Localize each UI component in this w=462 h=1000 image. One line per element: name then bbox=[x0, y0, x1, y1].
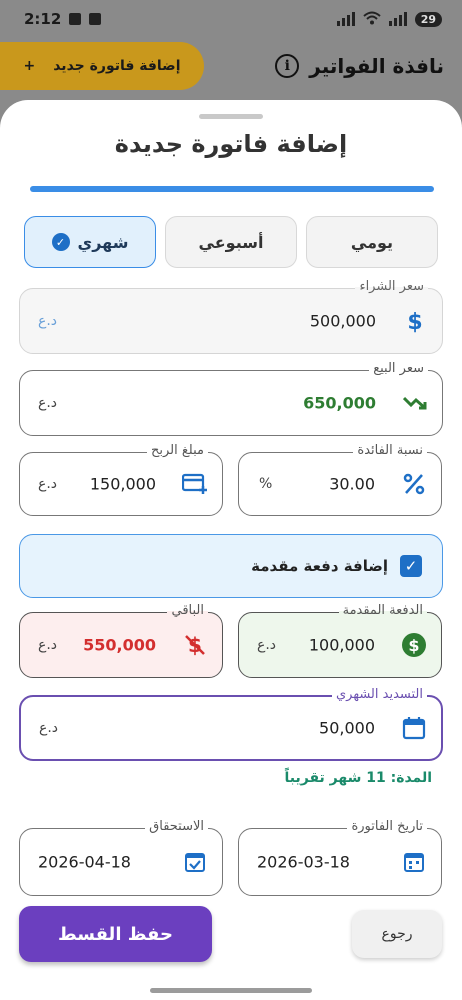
wifi-icon bbox=[363, 11, 381, 28]
downpayment-field[interactable]: الدفعة المقدمة د.ع 100,000 $ bbox=[238, 603, 442, 678]
battery-indicator: 29 bbox=[414, 11, 442, 27]
invoice-date-field[interactable]: تاريخ الفاتورة 2026-03-18 bbox=[238, 819, 442, 896]
downpayment-toggle-label: إضافة دفعة مقدمة bbox=[251, 557, 388, 575]
progress-bar bbox=[30, 186, 434, 192]
monthly-payment-field[interactable]: التسديد الشهري د.ع 50,000 bbox=[19, 687, 443, 761]
check-circle-icon: ✓ bbox=[51, 233, 70, 251]
page-title-text: نافذة الفواتير bbox=[309, 54, 444, 78]
invoice-date-value: 2026-03-18 bbox=[257, 852, 350, 872]
profit-amount-value: 150,000 bbox=[89, 474, 156, 494]
calendar-icon bbox=[401, 715, 427, 741]
purchase-price-label: سعر الشراء bbox=[355, 279, 428, 295]
remaining-label: الباقي bbox=[167, 603, 208, 619]
back-button[interactable]: رجوع bbox=[352, 910, 442, 958]
money-circle-icon: $ bbox=[401, 632, 427, 658]
period-daily-button[interactable]: يومي bbox=[306, 216, 438, 268]
duration-text: المدة: 11 شهر تقريباً bbox=[284, 770, 433, 786]
remaining-currency: د.ع bbox=[38, 637, 58, 653]
svg-text:$: $ bbox=[408, 636, 419, 655]
profit-amount-label: مبلغ الربح bbox=[147, 443, 208, 459]
bottom-sheet: إضافة فاتورة جديدة ✓ شهري أسبوعي يومي سع… bbox=[0, 100, 462, 1000]
interest-rate-unit: % bbox=[259, 476, 273, 492]
dollar-icon: $ bbox=[402, 308, 428, 334]
status-bar: 2:12 29 bbox=[0, 0, 462, 38]
monthly-payment-currency: د.ع bbox=[39, 720, 59, 736]
calendar-icon[interactable] bbox=[401, 849, 427, 875]
interest-rate-label: نسبة الفائدة bbox=[353, 443, 427, 459]
due-date-label: الاستحقاق bbox=[145, 819, 208, 835]
mail-icon bbox=[89, 13, 102, 25]
home-indicator[interactable] bbox=[150, 988, 312, 993]
status-time: 2:12 bbox=[24, 10, 62, 28]
trend-icon bbox=[402, 390, 428, 416]
downpayment-currency: د.ع bbox=[257, 637, 277, 653]
interest-rate-field[interactable]: نسبة الفائدة % 30.00 bbox=[238, 443, 442, 516]
save-installment-button[interactable]: حفظ القسط bbox=[19, 906, 212, 962]
due-date-field[interactable]: الاستحقاق 2026-04-18 bbox=[19, 819, 223, 896]
notification-icon bbox=[69, 13, 82, 25]
info-icon[interactable]: i bbox=[275, 54, 300, 78]
calendar-check-icon[interactable] bbox=[182, 849, 208, 875]
due-date-value: 2026-04-18 bbox=[38, 852, 131, 872]
purchase-price-field[interactable]: سعر الشراء د.ع 500,000 $ bbox=[19, 279, 443, 354]
downpayment-toggle[interactable]: ✓ إضافة دفعة مقدمة bbox=[19, 534, 443, 598]
signal-icon bbox=[336, 12, 355, 26]
monthly-payment-label: التسديد الشهري bbox=[331, 687, 427, 703]
downpayment-label: الدفعة المقدمة bbox=[338, 603, 427, 619]
page-title: i نافذة الفواتير bbox=[275, 54, 444, 78]
card-add-icon bbox=[182, 471, 208, 497]
period-daily-label: يومي bbox=[350, 232, 394, 252]
signal-2-icon bbox=[388, 12, 407, 26]
percent-icon bbox=[401, 471, 427, 497]
svg-text:$: $ bbox=[407, 310, 422, 334]
profit-amount-field[interactable]: مبلغ الربح د.ع 150,000 bbox=[19, 443, 223, 516]
period-weekly-label: أسبوعي bbox=[198, 232, 264, 252]
period-monthly-label: شهري bbox=[77, 232, 129, 252]
remaining-field[interactable]: الباقي د.ع 550,000 $ bbox=[19, 603, 223, 678]
downpayment-value: 100,000 bbox=[308, 635, 375, 655]
background-header: + إضافة فاتورة جديد i نافذة الفواتير bbox=[0, 40, 462, 92]
invoice-date-label: تاريخ الفاتورة bbox=[347, 819, 427, 835]
plus-icon: + bbox=[23, 58, 36, 74]
interest-rate-value: 30.00 bbox=[329, 474, 375, 494]
period-monthly-button[interactable]: ✓ شهري bbox=[24, 216, 156, 268]
sale-price-label: سعر البيع bbox=[369, 361, 428, 377]
sale-price-field[interactable]: سعر البيع د.ع 650,000 bbox=[19, 361, 443, 436]
profit-amount-currency: د.ع bbox=[38, 476, 58, 492]
sale-price-value: 650,000 bbox=[303, 393, 376, 413]
add-invoice-label: إضافة فاتورة جديد bbox=[53, 58, 181, 74]
purchase-price-currency: د.ع bbox=[38, 313, 58, 329]
drag-handle[interactable] bbox=[199, 114, 263, 119]
monthly-payment-value: 50,000 bbox=[319, 718, 375, 738]
remaining-value: 550,000 bbox=[83, 635, 156, 655]
period-weekly-button[interactable]: أسبوعي bbox=[165, 216, 297, 268]
checkbox-checked-icon[interactable]: ✓ bbox=[400, 555, 422, 577]
sheet-title: إضافة فاتورة جديدة bbox=[114, 130, 348, 158]
purchase-price-value: 500,000 bbox=[309, 311, 376, 331]
money-off-icon: $ bbox=[182, 632, 208, 658]
sale-price-currency: د.ع bbox=[38, 395, 58, 411]
add-invoice-button[interactable]: + إضافة فاتورة جديد bbox=[0, 42, 204, 90]
